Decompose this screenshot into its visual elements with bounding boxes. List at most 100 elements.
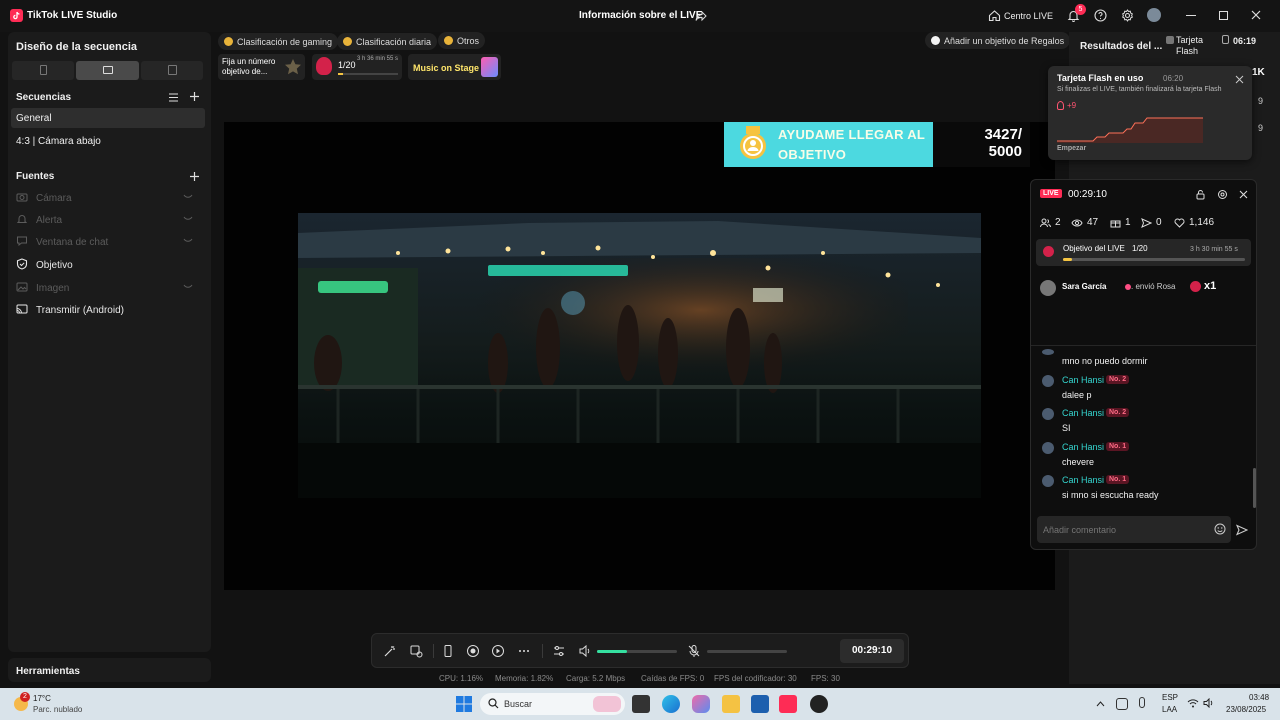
weather-widget[interactable]: 2 17°C Parc. nublado xyxy=(12,692,112,716)
layout-title: Diseño de la secuencia xyxy=(16,41,138,53)
visibility-icon[interactable] xyxy=(183,214,193,222)
more-icon[interactable] xyxy=(517,644,531,658)
help-icon[interactable] xyxy=(1094,9,1107,22)
task-view-icon[interactable] xyxy=(632,695,650,713)
source-camera[interactable]: Cámara xyxy=(16,188,201,208)
flash-card-label[interactable]: Tarjeta Flash xyxy=(1176,35,1211,57)
panel-close-icon[interactable] xyxy=(1238,189,1249,200)
chat-message[interactable]: Can Hansi No. 2 dalee p xyxy=(1031,373,1246,406)
sequence-item-camera-below[interactable]: 4:3 | Cámara abajo xyxy=(11,131,205,151)
tray-chevron-icon[interactable] xyxy=(1096,700,1105,707)
minimize-icon[interactable] xyxy=(1186,15,1196,16)
add-gift-goal-button[interactable]: Añadir un objetivo de Regalos xyxy=(925,32,1071,49)
phone-icon[interactable] xyxy=(441,644,455,658)
file-explorer-icon[interactable] xyxy=(722,695,740,713)
mixer-icon[interactable] xyxy=(552,644,566,658)
close-icon[interactable] xyxy=(1250,9,1262,21)
language-bottom[interactable]: LAA xyxy=(1162,705,1177,714)
goal-count: 3427/ xyxy=(984,126,1022,143)
live-info-title[interactable]: Información sobre el LIVE xyxy=(579,10,702,21)
record-icon[interactable] xyxy=(466,644,480,658)
chat-icon xyxy=(16,235,30,249)
mic-slider[interactable] xyxy=(707,650,787,653)
goal-progress-card[interactable]: 1/20 3 h 36 min 55 s xyxy=(312,54,402,80)
clock-time[interactable]: 03:48 xyxy=(1249,693,1269,702)
effects-icon[interactable] xyxy=(409,644,423,658)
layout-horizontal-button[interactable] xyxy=(76,61,139,80)
encoder-fps-stat: FPS del codificador: 30 xyxy=(714,674,797,683)
windows-start-icon[interactable] xyxy=(455,695,473,713)
edge-icon[interactable] xyxy=(662,695,680,713)
network-tray-icon[interactable] xyxy=(1116,698,1128,710)
volume-tray-icon[interactable] xyxy=(1203,698,1215,708)
mic-muted-icon[interactable] xyxy=(687,644,701,658)
source-chat-window[interactable]: Ventana de chat xyxy=(16,232,201,252)
chip-others[interactable]: Otros xyxy=(438,32,486,49)
music-on-stage-card[interactable]: Music on Stage xyxy=(408,54,501,80)
visibility-icon[interactable] xyxy=(183,192,193,200)
mic-tray-icon[interactable] xyxy=(1139,697,1145,708)
comment-box[interactable] xyxy=(1037,516,1231,543)
trophy-badge-icon xyxy=(738,126,768,160)
tiktok-live-taskbar-icon[interactable] xyxy=(779,695,797,713)
clock-date[interactable]: 23/08/2025 xyxy=(1226,705,1266,714)
wifi-icon[interactable] xyxy=(1187,698,1199,708)
toolbar-divider xyxy=(433,644,434,658)
maximize-icon[interactable] xyxy=(1219,11,1228,20)
app-taskbar-icon[interactable] xyxy=(810,695,828,713)
source-image[interactable]: Imagen xyxy=(16,278,201,298)
send-icon[interactable] xyxy=(1236,524,1248,536)
copilot-icon[interactable] xyxy=(692,695,710,713)
user-avatar[interactable] xyxy=(1147,8,1161,22)
popup-close-icon[interactable] xyxy=(1235,75,1244,84)
live-goal-card[interactable]: Objetivo del LIVE 1/20 3 h 30 min 55 s xyxy=(1036,239,1251,266)
magic-wand-icon[interactable] xyxy=(383,644,397,658)
add-source-icon[interactable] xyxy=(189,171,200,182)
shield-icon xyxy=(16,258,30,272)
visibility-icon[interactable] xyxy=(183,236,193,244)
chat-text: chevere xyxy=(1062,457,1095,467)
layout-split-button[interactable] xyxy=(141,61,203,80)
live-center-link[interactable]: Centro LIVE xyxy=(1004,11,1053,21)
stat-value: 47 xyxy=(1087,217,1099,228)
weather-badge: 2 xyxy=(20,692,30,702)
side-value-1: 1K xyxy=(1252,67,1265,78)
visibility-icon[interactable] xyxy=(183,282,193,290)
taskbar-search[interactable]: Buscar xyxy=(480,693,625,715)
chat-message[interactable]: Can Hansi No. 1 chevere xyxy=(1031,440,1246,473)
camera-icon xyxy=(16,191,30,205)
rose-icon xyxy=(1043,246,1054,257)
chat-username: Can Hansi xyxy=(1062,375,1105,385)
lock-icon[interactable] xyxy=(1195,189,1206,200)
store-icon[interactable] xyxy=(751,695,769,713)
source-label: Imagen xyxy=(36,282,70,294)
source-alert[interactable]: Alerta xyxy=(16,210,201,230)
emoji-icon[interactable] xyxy=(1214,523,1226,535)
source-goal[interactable]: Objetivo xyxy=(16,255,201,275)
medal-icon xyxy=(343,37,352,46)
add-sequence-icon[interactable] xyxy=(189,91,200,102)
comment-input[interactable] xyxy=(1037,516,1207,543)
cast-icon xyxy=(16,303,30,317)
chip-gaming-ranking[interactable]: Clasificación de gaming xyxy=(218,33,339,50)
chip-daily-ranking[interactable]: Clasificación diaria xyxy=(337,33,438,50)
list-icon[interactable] xyxy=(168,92,179,103)
replay-icon[interactable] xyxy=(491,644,505,658)
source-cast-android[interactable]: Transmitir (Android) xyxy=(16,300,201,320)
share-icon[interactable] xyxy=(695,10,707,22)
tools-section[interactable]: Herramientas xyxy=(8,658,211,682)
chat-scrollbar[interactable] xyxy=(1253,468,1256,508)
language-top[interactable]: ESP xyxy=(1162,693,1178,702)
volume-slider[interactable] xyxy=(597,650,677,653)
rank-badge: No. 2 xyxy=(1106,408,1130,417)
results-title[interactable]: Resultados del ... xyxy=(1080,41,1162,52)
panel-settings-icon[interactable] xyxy=(1217,189,1228,200)
settings-icon[interactable] xyxy=(1121,9,1134,22)
home-icon[interactable] xyxy=(988,9,1001,22)
chat-message[interactable]: Can Hansi No. 2 SI xyxy=(1031,406,1246,439)
speaker-icon[interactable] xyxy=(578,644,592,658)
sequence-item-general[interactable]: General xyxy=(11,108,205,128)
pin-number-card[interactable]: Fija un número objetivo de... xyxy=(218,54,305,80)
chat-message[interactable]: Can Hansi No. 1 si mno si escucha ready xyxy=(1031,473,1246,506)
layout-vertical-button[interactable] xyxy=(12,61,74,80)
